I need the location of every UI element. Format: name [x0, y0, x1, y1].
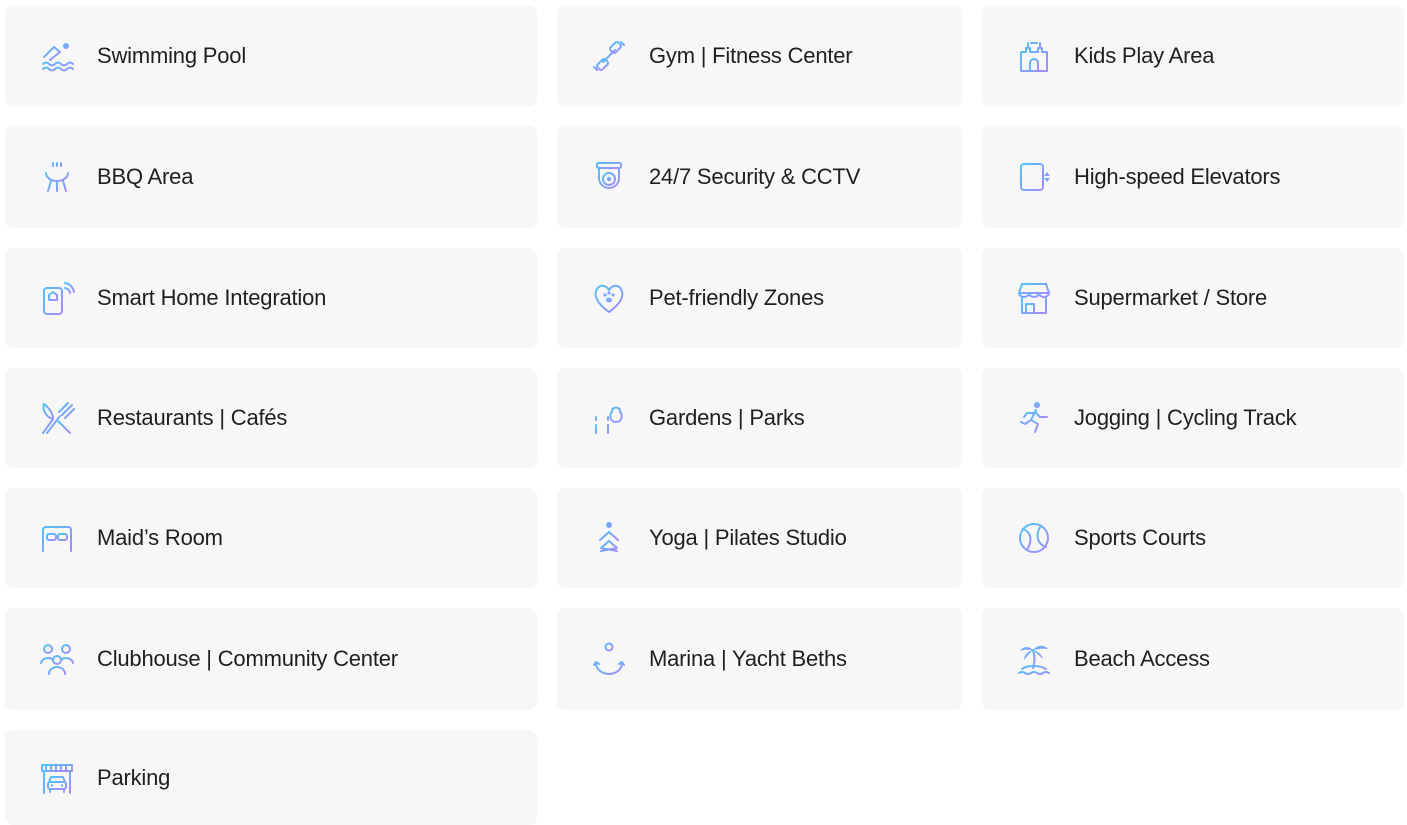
- amenity-card-kids-play-area[interactable]: Kids Play Area: [982, 6, 1404, 106]
- amenity-card-bbq-area[interactable]: BBQ Area: [5, 126, 537, 228]
- castle-icon: [1014, 36, 1054, 76]
- amenity-label: Pet-friendly Zones: [649, 285, 824, 310]
- amenity-card-jogging[interactable]: Jogging | Cycling Track: [982, 368, 1404, 468]
- amenity-label: Beach Access: [1074, 646, 1210, 671]
- amenity-card-sports-courts[interactable]: Sports Courts: [982, 488, 1404, 588]
- amenity-label: Gym | Fitness Center: [649, 43, 853, 68]
- community-people-icon: [37, 639, 77, 679]
- tennis-ball-icon: [1014, 518, 1054, 558]
- heart-paw-icon: [589, 278, 629, 318]
- amenity-card-swimming-pool[interactable]: Swimming Pool: [5, 6, 537, 106]
- park-bench-tree-icon: [589, 398, 629, 438]
- amenity-label: Supermarket / Store: [1074, 285, 1268, 310]
- amenity-card-restaurants[interactable]: Restaurants | Cafés: [5, 368, 537, 468]
- swimming-pool-icon: [37, 36, 77, 76]
- fork-knife-icon: [37, 398, 77, 438]
- amenity-label: 24/7 Security & CCTV: [649, 164, 861, 189]
- cctv-camera-icon: [589, 157, 629, 197]
- amenity-label: Yoga | Pilates Studio: [649, 525, 847, 550]
- amenity-card-elevators[interactable]: High-speed Elevators: [982, 126, 1404, 228]
- amenity-label: Clubhouse | Community Center: [97, 646, 398, 671]
- dumbbell-icon: [589, 36, 629, 76]
- amenity-label: Restaurants | Cafés: [97, 405, 288, 430]
- amenity-card-supermarket[interactable]: Supermarket / Store: [982, 248, 1404, 348]
- amenity-card-smart-home[interactable]: Smart Home Integration: [5, 248, 537, 348]
- smart-phone-home-icon: [37, 278, 77, 318]
- elevator-icon: [1014, 157, 1054, 197]
- amenity-card-maids-room[interactable]: Maid’s Room: [5, 488, 537, 588]
- amenity-card-pet-friendly[interactable]: Pet-friendly Zones: [557, 248, 962, 348]
- amenity-card-gardens[interactable]: Gardens | Parks: [557, 368, 962, 468]
- amenity-card-marina[interactable]: Marina | Yacht Beths: [557, 608, 962, 710]
- amenity-label: Smart Home Integration: [97, 285, 327, 310]
- amenity-label: Kids Play Area: [1074, 43, 1215, 68]
- yoga-pose-icon: [589, 518, 629, 558]
- amenity-card-gym[interactable]: Gym | Fitness Center: [557, 6, 962, 106]
- car-garage-icon: [37, 758, 77, 798]
- amenity-label: Swimming Pool: [97, 43, 247, 68]
- amenity-card-clubhouse[interactable]: Clubhouse | Community Center: [5, 608, 537, 710]
- amenity-label: Parking: [97, 764, 171, 790]
- running-person-icon: [1014, 398, 1054, 438]
- amenity-card-security-cctv[interactable]: 24/7 Security & CCTV: [557, 126, 962, 228]
- anchor-icon: [589, 639, 629, 679]
- amenity-label: High-speed Elevators: [1074, 164, 1281, 189]
- amenity-label: Marina | Yacht Beths: [649, 646, 847, 671]
- bbq-grill-icon: [37, 157, 77, 197]
- amenity-label: Maid’s Room: [97, 525, 223, 550]
- storefront-icon: [1014, 278, 1054, 318]
- amenity-label: Sports Courts: [1074, 525, 1206, 550]
- amenity-label: BBQ Area: [97, 164, 194, 189]
- amenity-label: Jogging | Cycling Track: [1074, 405, 1297, 430]
- amenity-card-parking[interactable]: Parking: [5, 730, 537, 825]
- amenity-label: Gardens | Parks: [649, 405, 805, 430]
- palm-island-icon: [1014, 639, 1054, 679]
- bed-icon: [37, 518, 77, 558]
- amenity-card-yoga[interactable]: Yoga | Pilates Studio: [557, 488, 962, 588]
- amenity-card-beach-access[interactable]: Beach Access: [982, 608, 1404, 710]
